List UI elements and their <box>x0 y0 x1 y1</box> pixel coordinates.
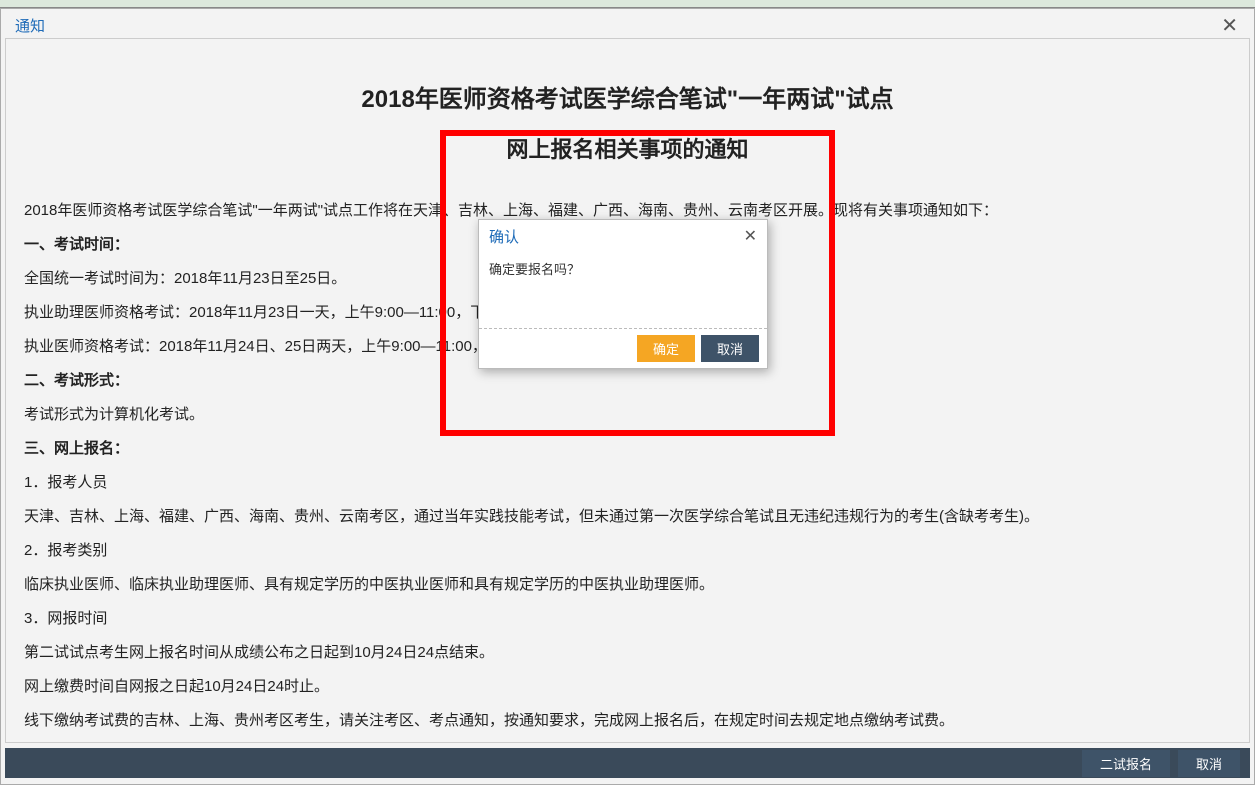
para-reg-3c: 网上缴费时间自网报之日起10月24日24时止。 <box>24 672 1231 702</box>
heading-form: 二、考试形式： <box>24 366 1231 396</box>
para-reg-1: 1．报考人员 <box>24 468 1231 498</box>
dialog-message: 确定要报名吗？ <box>479 251 767 328</box>
para-form: 考试形式为计算机化考试。 <box>24 400 1231 430</box>
para-reg-2b: 临床执业医师、临床执业助理医师、具有规定学历的中医执业医师和具有规定学历的中医执… <box>24 570 1231 600</box>
register-button[interactable]: 二试报名 <box>1082 750 1170 777</box>
heading-register: 三、网上报名： <box>24 434 1231 464</box>
para-reg-3d: 线下缴纳考试费的吉林、上海、贵州考区考生，请关注考区、考点通知，按通知要求，完成… <box>24 706 1231 736</box>
dialog-cancel-button[interactable]: 取消 <box>701 335 759 362</box>
close-icon[interactable]: ✕ <box>1217 16 1242 36</box>
browser-top-fragment <box>0 0 1255 8</box>
para-reg-1b: 天津、吉林、上海、福建、广西、海南、贵州、云南考区，通过当年实践技能考试，但未通… <box>24 502 1231 532</box>
notice-header: 通知 ✕ <box>1 9 1254 38</box>
para-reg-3e: 考生无须再进行现场审核。 <box>24 740 1231 742</box>
footer-bar: 二试报名 取消 <box>5 748 1250 778</box>
sub-title: 网上报名相关事项的通知 <box>24 132 1231 164</box>
notice-body-wrap: 2018年医师资格考试医学综合笔试"一年两试"试点 网上报名相关事项的通知 20… <box>5 38 1250 743</box>
para-reg-3b: 第二试试点考生网上报名时间从成绩公布之日起到10月24日24点结束。 <box>24 638 1231 668</box>
confirm-button[interactable]: 确定 <box>637 335 695 362</box>
confirm-dialog: 确认 ✕ 确定要报名吗？ 确定 取消 <box>478 219 768 369</box>
cancel-button[interactable]: 取消 <box>1178 750 1240 777</box>
dialog-header: 确认 ✕ <box>479 220 767 251</box>
para-reg-2: 2．报考类别 <box>24 536 1231 566</box>
notice-window-title: 通知 <box>15 15 45 36</box>
notice-body[interactable]: 2018年医师资格考试医学综合笔试"一年两试"试点 网上报名相关事项的通知 20… <box>6 39 1249 742</box>
dialog-title: 确认 <box>489 226 519 247</box>
notice-window: 通知 ✕ 2018年医师资格考试医学综合笔试"一年两试"试点 网上报名相关事项的… <box>0 8 1255 785</box>
dialog-footer: 确定 取消 <box>479 328 767 368</box>
para-reg-3: 3．网报时间 <box>24 604 1231 634</box>
main-title: 2018年医师资格考试医学综合笔试"一年两试"试点 <box>24 79 1231 114</box>
dialog-close-icon[interactable]: ✕ <box>744 229 757 245</box>
